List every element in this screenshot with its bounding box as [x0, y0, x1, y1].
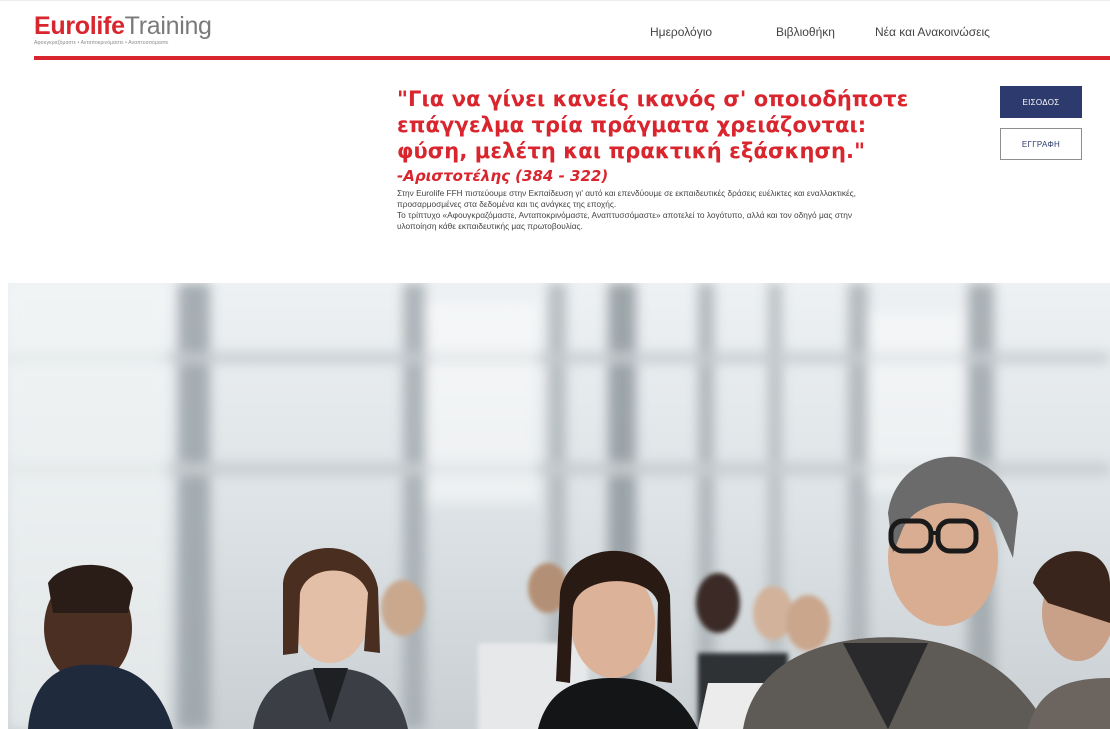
hero-image [8, 283, 1110, 729]
nav-item-calendar[interactable]: Ημερολόγιο [650, 25, 712, 39]
intro-text: Στην Eurolife FFH πιστεύουμε στην Εκπαίδ… [397, 188, 877, 232]
header-top-divider [0, 0, 1110, 1]
quote-section: "Για να γίνει κανείς ικανός σ' οποιοδήπο… [397, 86, 917, 232]
nav-item-library[interactable]: Βιβλιοθήκη [776, 25, 835, 39]
logo[interactable]: EurolifeTraining Αφουγκραζόμαστε • Ανταπ… [34, 13, 212, 46]
register-button[interactable]: ΕΓΓΡΑΦΗ [1000, 128, 1082, 160]
logo-eurolife: Eurolife [34, 12, 125, 40]
intro-paragraph-2: Το τρίπτυχο «Αφουγκραζόμαστε, Ανταποκριν… [397, 210, 852, 231]
header-accent-bar [34, 56, 1110, 60]
quote-author: -Αριστοτέλης (384 - 322) [397, 167, 609, 185]
logo-wordmark: EurolifeTraining [34, 13, 212, 39]
intro-paragraph-1: Στην Eurolife FFH πιστεύουμε στην Εκπαίδ… [397, 188, 856, 209]
quote-text: "Για να γίνει κανείς ικανός σ' οποιοδήπο… [397, 87, 909, 163]
logo-tagline: Αφουγκραζόμαστε • Ανταποκρινόμαστε • Ανα… [34, 40, 169, 46]
login-button[interactable]: ΕΙΣΟΔΟΣ [1000, 86, 1082, 118]
logo-training: Training [124, 12, 212, 40]
site-header: EurolifeTraining Αφουγκραζόμαστε • Ανταπ… [0, 0, 1110, 58]
hero-photo-audience [8, 283, 1110, 729]
nav-item-news[interactable]: Νέα και Ανακοινώσεις [875, 25, 990, 39]
